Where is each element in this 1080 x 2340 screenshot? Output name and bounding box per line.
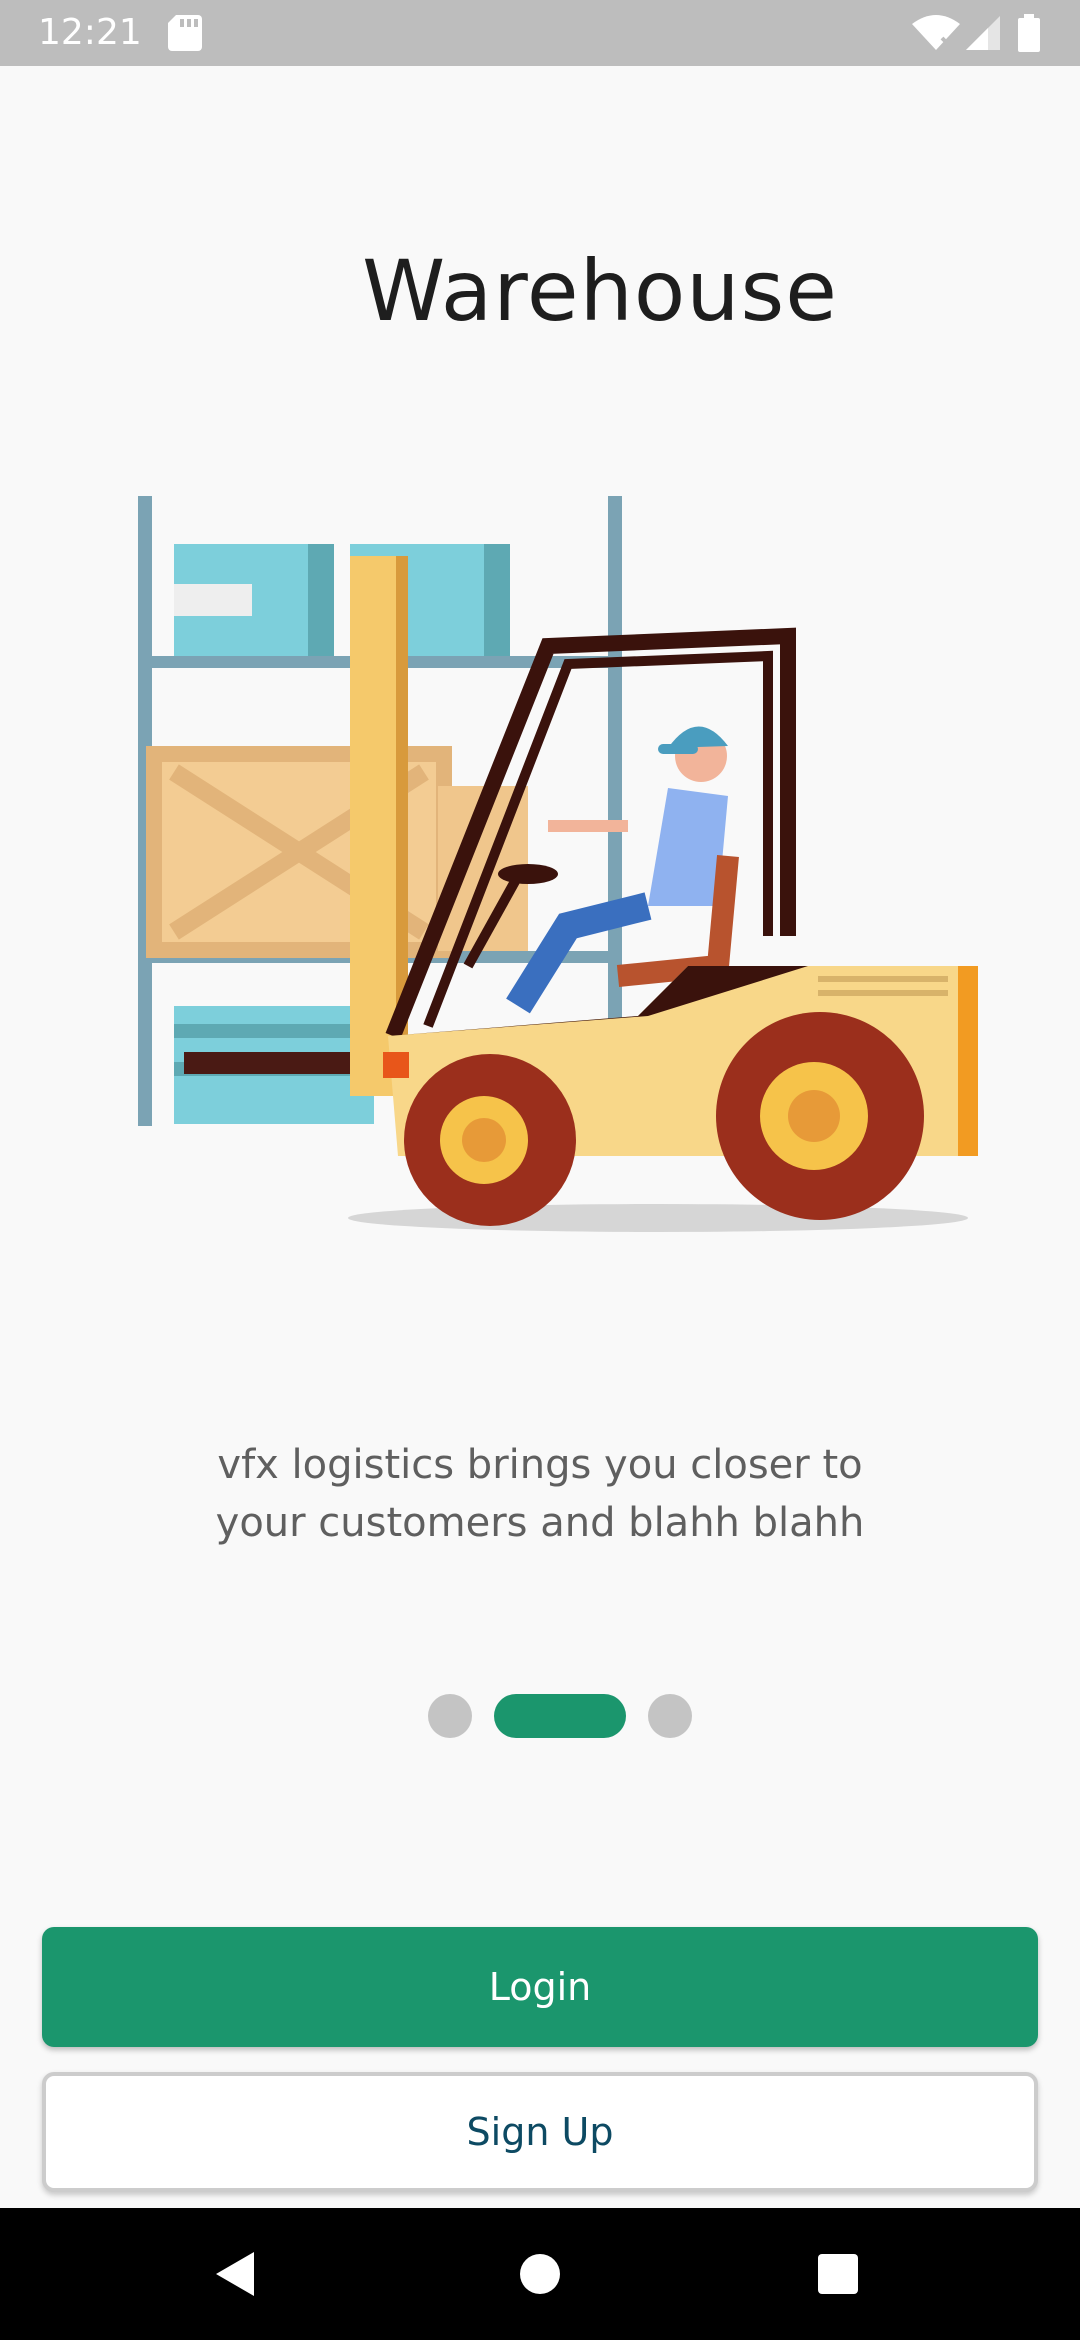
page-title: Warehouse bbox=[362, 242, 838, 340]
forklift-illustration bbox=[138, 496, 978, 1232]
navigation-bar bbox=[0, 2208, 1080, 2340]
battery-icon bbox=[1018, 14, 1040, 52]
home-icon[interactable] bbox=[518, 2252, 562, 2296]
page-dot-2-active[interactable] bbox=[494, 1694, 626, 1738]
login-button[interactable]: Login bbox=[42, 1927, 1038, 2047]
recents-icon[interactable] bbox=[818, 2254, 858, 2294]
signup-button[interactable]: Sign Up bbox=[42, 2072, 1038, 2192]
back-icon[interactable] bbox=[214, 2250, 256, 2298]
status-time: 12:21 bbox=[38, 12, 142, 53]
wifi-icon bbox=[912, 15, 960, 50]
description-line-1: vfx logistics brings you closer to bbox=[217, 1442, 863, 1488]
signal-icon bbox=[966, 16, 1000, 50]
page-dot-3[interactable] bbox=[648, 1694, 692, 1738]
onboarding-screen: Warehouse vfx logistics brings you close… bbox=[0, 66, 1080, 2208]
sd-card-icon bbox=[168, 15, 202, 51]
description-line-2: your customers and blahh blahh bbox=[215, 1500, 865, 1546]
onboarding-description: vfx logistics brings you closer to your … bbox=[140, 1436, 940, 1552]
page-dot-1[interactable] bbox=[428, 1694, 472, 1738]
status-bar: 12:21 bbox=[0, 0, 1080, 66]
